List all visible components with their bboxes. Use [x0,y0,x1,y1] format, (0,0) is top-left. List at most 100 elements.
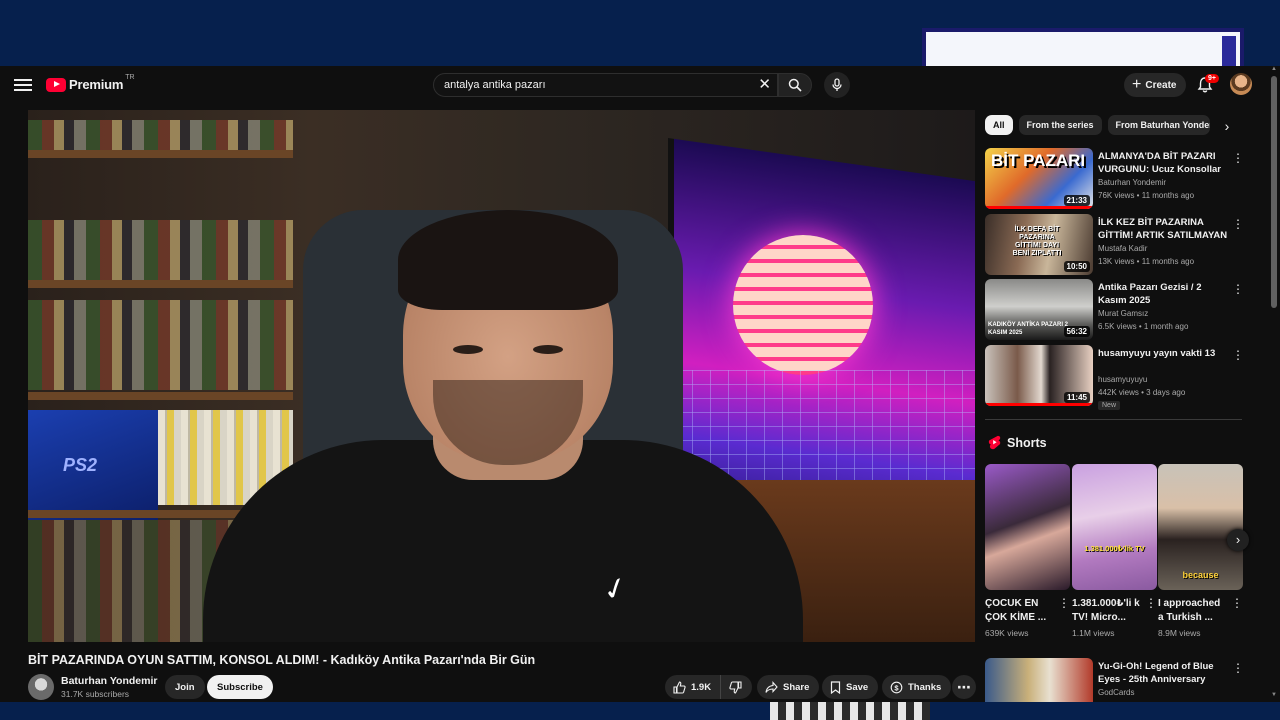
scroll-down-arrow-icon[interactable]: ▼ [1271,692,1277,698]
background-window [922,28,1244,66]
channel-name[interactable]: Murat Gamsız [1098,309,1148,318]
thumbs-down-icon [729,680,742,694]
subscriber-count: 31.7K subscribers [61,689,130,699]
youtube-premium-logo[interactable]: Premium TR [46,74,135,92]
video-title: BİT PAZARINDA OYUN SATTIM, KONSOL ALDIM!… [28,653,536,667]
short-card[interactable]: 1.381.000₺'lik TV 1.381.000₺'li k TV! Mi… [1072,464,1157,638]
video-meta: 6.5K views • 1 month ago [1098,322,1189,331]
video-title: İLK KEZ BİT PAZARINA GİTTİM! ARTIK SATIL… [1098,217,1228,241]
video-meta: 442K views • 3 days ago [1098,388,1186,397]
thanks-icon: $ [890,681,903,693]
recommended-video[interactable]: Yu-Gi-Oh! Legend of Blue Eyes - 25th Ann… [985,658,1247,702]
short-title: 1.381.000₺'li k TV! Micro... [1072,598,1140,623]
channel-name[interactable]: Baturhan Yondemir [61,675,157,687]
recommended-video[interactable]: İLK DEFA BİT PAZARINA GİTTİM! DAYI BENİ … [985,214,1247,276]
channel-name[interactable]: GodCards [1098,688,1134,697]
page-scrollbar[interactable] [1271,76,1277,308]
recommended-video[interactable]: KADIKÖY ANTİKA PAZARI 2 KASIM 2025 56:32… [985,279,1247,341]
logo-country-code: TR [125,74,135,81]
video-shelf-items [28,300,293,390]
subscribe-button[interactable]: Subscribe [207,675,273,699]
search-button[interactable] [778,73,812,97]
masthead: Premium TR ✕ + Create 9+ [0,66,1280,104]
chip-from-channel[interactable]: From Baturhan Yondemir [1107,115,1210,135]
more-options-icon[interactable]: ⋮ [1232,152,1244,164]
shorts-icon [988,435,1001,450]
plus-icon: + [1132,76,1142,93]
save-label: Save [846,681,869,693]
channel-avatar[interactable] [28,674,54,700]
video-shelf [28,280,293,288]
desktop-taskbar-item [770,702,930,720]
dislike-button[interactable] [721,680,747,694]
video-shelf [28,392,293,400]
new-badge: New [1098,401,1121,410]
logo-text: Premium [69,77,124,92]
chips-next-arrow-icon[interactable]: › [1217,116,1237,136]
more-options-icon[interactable]: ⋮ [1232,218,1244,230]
short-card[interactable]: because I approached a Turkish ... 8.9M … [1158,464,1243,638]
chip-from-the-series[interactable]: From the series [1018,115,1102,135]
shorts-heading: Shorts [988,435,1047,450]
thumbnail-text: 1.381.000₺'lik TV [1084,544,1145,553]
channel-name[interactable]: Baturhan Yondemir [1098,178,1166,187]
watch-progress-bar [985,206,1093,209]
svg-text:$: $ [894,683,899,692]
join-button[interactable]: Join [165,675,205,699]
short-views: 1.1M views [1072,628,1115,638]
clear-search-icon[interactable]: ✕ [758,77,771,93]
short-title: I approached a Turkish ... [1158,598,1221,623]
video-person-eye [453,345,483,354]
scroll-up-arrow-icon[interactable]: ▲ [1271,66,1277,72]
bookmark-icon [830,680,841,694]
create-button[interactable]: + Create [1124,73,1187,97]
more-options-icon[interactable]: ⋮ [1145,597,1157,609]
search-input[interactable] [444,79,744,91]
more-actions-icon[interactable]: ⋯ [952,675,976,699]
short-thumbnail: because [1158,464,1243,590]
share-button[interactable]: Share [757,675,820,699]
more-options-icon[interactable]: ⋮ [1232,662,1244,674]
video-duration: 21:33 [1063,195,1090,206]
video-ps2-box: PS2 [28,410,158,520]
video-player[interactable]: PS2 ✓ [28,110,975,642]
video-shelf-items [28,220,293,280]
chip-all[interactable]: All [985,115,1013,135]
account-avatar[interactable] [1230,73,1252,95]
thumbs-up-icon [673,680,686,694]
short-thumbnail [985,464,1070,590]
like-dislike-group: 1.9K [665,675,752,699]
shorts-title: Shorts [1007,435,1047,450]
video-thumbnail: İLK DEFA BİT PAZARINA GİTTİM! DAYI BENİ … [985,214,1093,275]
more-options-icon[interactable]: ⋮ [1058,597,1070,609]
video-person-eye [533,345,563,354]
desktop-background-bottom [0,702,1280,720]
recommended-video[interactable]: BİT PAZARI 21:33 ALMANYA'DA BİT PAZARI V… [985,148,1247,210]
like-button[interactable]: 1.9K [665,675,722,699]
voice-search-button[interactable] [824,72,850,98]
video-thumbnail [985,658,1093,702]
channel-name[interactable]: Mustafa Kadir [1098,244,1147,253]
save-button[interactable]: Save [822,675,879,699]
video-thumbnail: KADIKÖY ANTİKA PAZARI 2 KASIM 2025 56:32 [985,279,1093,340]
recommended-video[interactable]: 11:45 husamyuyu yayın vakti 13 husamyuyu… [985,345,1247,415]
share-label: Share [783,681,810,693]
search-box: ✕ [433,73,778,97]
thanks-button[interactable]: $ Thanks [882,675,952,699]
channel-name[interactable]: husamyuyuyu [1098,375,1147,384]
search-icon [788,78,802,92]
thumbnail-text: BİT PAZARI [991,151,1086,170]
video-meta: 13K views • 11 months ago [1098,257,1195,266]
video-shelf-items [28,120,293,150]
watch-progress-bar [985,403,1093,406]
create-label: Create [1145,79,1177,91]
thumbnail-text: İLK DEFA BİT PAZARINA GİTTİM! DAYI BENİ … [1012,226,1062,257]
more-options-icon[interactable]: ⋮ [1232,283,1244,295]
video-synthwave-sun [733,235,873,375]
short-card[interactable]: ÇOCUK EN ÇOK KİME ... 639K views ⋮ [985,464,1070,638]
hamburger-menu-icon[interactable] [14,76,32,94]
notification-count-badge: 9+ [1205,74,1219,83]
more-options-icon[interactable]: ⋮ [1231,597,1243,609]
more-options-icon[interactable]: ⋮ [1232,349,1244,361]
shorts-next-arrow-icon[interactable]: › [1227,529,1249,551]
